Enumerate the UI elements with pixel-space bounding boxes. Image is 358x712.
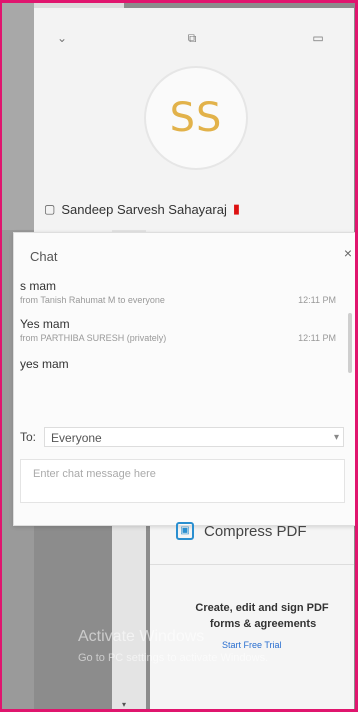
activate-windows-watermark: Activate Windows bbox=[78, 628, 205, 645]
participant-name-row: ▢ Sandeep Sarvesh Sahayaraj ▮ bbox=[44, 198, 240, 220]
chat-scrollbar[interactable] bbox=[348, 313, 352, 373]
recipient-select[interactable]: Everyone ▾ bbox=[44, 427, 345, 447]
chat-message: Yes mam bbox=[20, 317, 70, 331]
chat-message: yes mam bbox=[20, 357, 69, 371]
scroll-down-icon[interactable]: ▾ bbox=[122, 700, 126, 709]
avatar: SS bbox=[144, 66, 248, 170]
chat-message-meta: from PARTHIBA SURESH (privately) bbox=[20, 333, 167, 343]
promo-subtitle: forms & agreements bbox=[209, 618, 317, 630]
divider bbox=[150, 564, 354, 565]
compress-pdf-label: Compress PDF bbox=[204, 522, 307, 540]
compress-pdf-button[interactable]: ▣ Compress PDF bbox=[176, 522, 307, 540]
chat-message-time: 12:11 PM bbox=[298, 333, 336, 343]
chevron-down-icon: ▾ bbox=[333, 432, 340, 443]
chat-title: Chat bbox=[30, 249, 58, 264]
chat-input-placeholder: Enter chat message here bbox=[33, 468, 156, 480]
chat-message-meta: from Tanish Rahumat M to everyone bbox=[20, 295, 165, 305]
chat-message-time: 12:11 PM bbox=[298, 295, 336, 305]
chevron-down-icon[interactable]: ⌄ bbox=[54, 30, 70, 46]
recipient-row: To: Everyone ▾ bbox=[20, 427, 345, 447]
top-bar bbox=[34, 0, 124, 8]
laptop-icon[interactable]: ▭ bbox=[310, 30, 326, 46]
chat-message: s mam bbox=[20, 279, 56, 293]
screen-icon: ▢ bbox=[44, 202, 56, 216]
to-label: To: bbox=[20, 430, 37, 444]
copy-icon[interactable]: ⧉ bbox=[184, 30, 200, 46]
close-icon[interactable]: × bbox=[344, 245, 352, 261]
participant-name: Sandeep Sarvesh Sahayaraj bbox=[61, 201, 227, 217]
start-free-trial-link[interactable]: Start Free Trial bbox=[222, 640, 282, 650]
promo-title: Create, edit and sign PDF bbox=[195, 602, 329, 614]
recipient-value: Everyone bbox=[51, 431, 102, 445]
mic-muted-icon: ▮ bbox=[232, 201, 241, 216]
avatar-initials: SS bbox=[169, 95, 223, 141]
activate-windows-subtext: Go to PC settings to activate Windows. bbox=[78, 652, 269, 664]
chat-message-input[interactable]: Enter chat message here bbox=[20, 459, 345, 503]
chat-window: Chat × s mam from Tanish Rahumat M to ev… bbox=[13, 232, 357, 526]
compress-pdf-icon: ▣ bbox=[176, 522, 194, 540]
